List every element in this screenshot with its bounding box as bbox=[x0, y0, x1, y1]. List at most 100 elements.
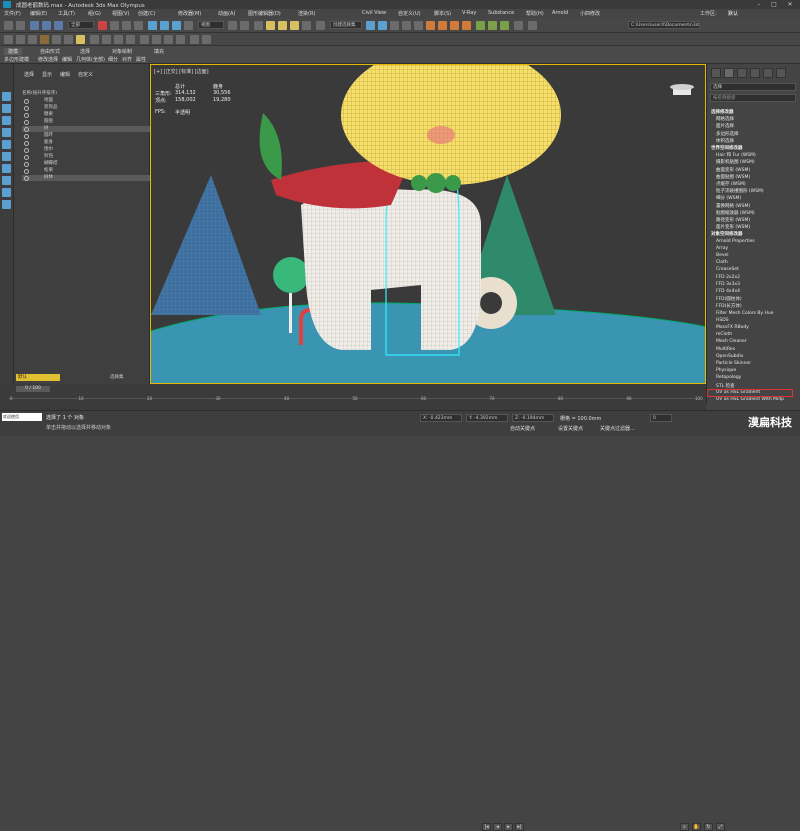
angle-snap-icon[interactable] bbox=[278, 21, 287, 30]
menu-graph-editors[interactable]: 图形编辑器(D) bbox=[248, 10, 281, 17]
modifier-item[interactable]: MultiRes bbox=[716, 347, 735, 352]
ribbon-tab-selection[interactable]: 选择 bbox=[80, 48, 90, 55]
workspace-value[interactable]: 默认 bbox=[728, 10, 738, 17]
coord-z[interactable]: Z: -0.194mm bbox=[512, 414, 554, 422]
modifier-item[interactable]: Array bbox=[716, 246, 728, 251]
brush-icon[interactable] bbox=[40, 35, 49, 44]
visibility-eye-icon[interactable] bbox=[24, 169, 29, 174]
explorer-row[interactable]: 树 bbox=[22, 126, 150, 132]
explorer-row[interactable]: 圆环 bbox=[22, 133, 150, 139]
helper-icon[interactable] bbox=[126, 35, 135, 44]
visibility-eye-icon[interactable] bbox=[24, 120, 29, 125]
light-icon[interactable] bbox=[114, 35, 123, 44]
modifier-item[interactable]: 面片选择 bbox=[716, 123, 734, 129]
explorer-tab-customize[interactable]: 自定义 bbox=[78, 71, 93, 78]
explorer-row[interactable]: 蝴蝶结 bbox=[22, 161, 150, 167]
visibility-eye-icon[interactable] bbox=[24, 148, 29, 153]
filter-groups-icon[interactable] bbox=[2, 164, 11, 173]
schematic-view-icon[interactable] bbox=[414, 21, 423, 30]
region-select-icon[interactable] bbox=[122, 21, 131, 30]
visibility-eye-icon[interactable] bbox=[24, 99, 29, 104]
modifier-item[interactable]: MassFX RBody bbox=[716, 325, 749, 330]
modifier-item[interactable]: 贴图缩放器 (WSM) bbox=[716, 210, 755, 216]
modifier-item[interactable]: 体积选择 bbox=[716, 138, 734, 144]
compound-icon[interactable] bbox=[164, 35, 173, 44]
menu-substance[interactable]: Substance bbox=[488, 10, 514, 16]
ribbon-tab-object-paint[interactable]: 对象绘制 bbox=[112, 48, 132, 55]
menu-rendering[interactable]: 渲染(R) bbox=[298, 10, 315, 17]
explorer-tab-edit[interactable]: 编辑 bbox=[60, 71, 70, 78]
menu-modifiers[interactable]: 修改器(M) bbox=[178, 10, 201, 17]
modifier-item[interactable]: Retopology bbox=[716, 375, 741, 380]
project-path-field[interactable]: C:\Users\userX\Documents\3ds Max 2024 bbox=[628, 21, 700, 29]
coord-x[interactable]: X: -0.423mm bbox=[420, 414, 462, 422]
hierarchy-tab-icon[interactable] bbox=[737, 68, 747, 78]
curve-editor-icon[interactable] bbox=[402, 21, 411, 30]
prev-frame-icon[interactable]: ◂ bbox=[493, 823, 502, 831]
explorer-row[interactable]: 圆盘 bbox=[22, 119, 150, 125]
explorer-tab-display[interactable]: 显示 bbox=[42, 71, 52, 78]
material-editor-icon[interactable] bbox=[426, 21, 435, 30]
visibility-eye-icon[interactable] bbox=[24, 162, 29, 167]
explorer-row[interactable]: 铃铛 bbox=[22, 154, 150, 160]
modifier-item[interactable]: HSDS bbox=[716, 318, 729, 323]
explorer-row[interactable]: 装饰品 bbox=[22, 105, 150, 111]
goto-start-icon[interactable]: |◂ bbox=[482, 823, 491, 831]
explorer-row[interactable]: 树林 bbox=[22, 175, 150, 181]
modifier-item[interactable]: 面片变形 (WSM) bbox=[716, 224, 750, 230]
modifier-item[interactable]: mCloth bbox=[716, 332, 732, 337]
modifier-item[interactable]: FFD 4x4x4 bbox=[716, 289, 740, 294]
create-tab-icon[interactable] bbox=[711, 68, 721, 78]
pan-icon[interactable]: ✋ bbox=[692, 823, 701, 831]
star-icon[interactable] bbox=[76, 35, 85, 44]
modifier-item[interactable]: OpenSubdiv bbox=[716, 354, 743, 359]
modifier-item[interactable]: 曲面贴图 (WSM) bbox=[716, 174, 750, 180]
rotate-icon[interactable] bbox=[160, 21, 169, 30]
render-icon[interactable] bbox=[462, 21, 471, 30]
maximize-button[interactable]: □ bbox=[767, 0, 781, 9]
modifier-item[interactable]: 路径变形 (WSM) bbox=[716, 217, 750, 223]
select-by-name-icon[interactable] bbox=[110, 21, 119, 30]
edit-named-sets-icon[interactable] bbox=[316, 21, 325, 30]
container-icon[interactable] bbox=[16, 35, 25, 44]
ribbon-subdivision[interactable]: 细分 bbox=[108, 56, 118, 63]
explorer-row[interactable]: 松果 bbox=[22, 168, 150, 174]
vray-frame-icon[interactable] bbox=[488, 21, 497, 30]
coord-y[interactable]: Y: -4.392mm bbox=[466, 414, 508, 422]
motion-tab-icon[interactable] bbox=[750, 68, 760, 78]
visibility-eye-icon[interactable] bbox=[24, 176, 29, 181]
maxscript-listener[interactable]: 欢迎使用MAXScript。 bbox=[2, 413, 42, 421]
modify-tab-icon[interactable] bbox=[724, 68, 734, 78]
filter-lights-icon[interactable] bbox=[2, 116, 11, 125]
modifier-item[interactable]: Filter Mesh Colors By Hue bbox=[716, 311, 774, 316]
menu-xiaosi[interactable]: 小四修改 bbox=[580, 10, 600, 17]
modifier-item[interactable]: Particle Skinner bbox=[716, 361, 751, 366]
layer-explorer-icon[interactable] bbox=[390, 21, 399, 30]
isolate-icon[interactable] bbox=[28, 35, 37, 44]
modifier-item[interactable]: Bevel bbox=[716, 253, 729, 258]
ribbon-tab-populate[interactable]: 填充 bbox=[154, 48, 164, 55]
undo-icon[interactable] bbox=[4, 21, 13, 30]
filter-cameras-icon[interactable] bbox=[2, 128, 11, 137]
modifier-item[interactable]: CreaseSet bbox=[716, 267, 739, 272]
viewport-layout-icon[interactable] bbox=[4, 35, 13, 44]
visibility-eye-icon[interactable] bbox=[24, 155, 29, 160]
modifier-item[interactable]: FFD(圆柱体) bbox=[716, 296, 742, 302]
mirror-icon[interactable] bbox=[366, 21, 375, 30]
vray-icon[interactable] bbox=[476, 21, 485, 30]
modifier-item[interactable]: Hair 和 Fur (WSM) bbox=[716, 152, 756, 158]
camera-icon[interactable] bbox=[64, 35, 73, 44]
modifier-item[interactable]: STL 检查 bbox=[716, 383, 735, 389]
menu-file[interactable]: 文件(F) bbox=[4, 10, 21, 17]
modifier-item[interactable]: Physique bbox=[716, 368, 736, 373]
explorer-row[interactable]: 鹿身 bbox=[22, 140, 150, 146]
ribbon-align[interactable]: 对齐 bbox=[122, 56, 132, 63]
layer-field[interactable]: 默认 bbox=[16, 374, 60, 381]
modifier-item[interactable]: 曲面变形 (WSM) bbox=[716, 167, 750, 173]
modifier-search-input[interactable]: 按名称搜索 bbox=[710, 94, 796, 102]
set-key-button[interactable]: 设置关键点 bbox=[558, 425, 583, 432]
percent-snap-icon[interactable] bbox=[290, 21, 299, 30]
grid-icon[interactable] bbox=[52, 35, 61, 44]
ribbon-geometry[interactable]: 几何体(全部) bbox=[76, 56, 105, 63]
project-folder-icon[interactable] bbox=[528, 21, 537, 30]
